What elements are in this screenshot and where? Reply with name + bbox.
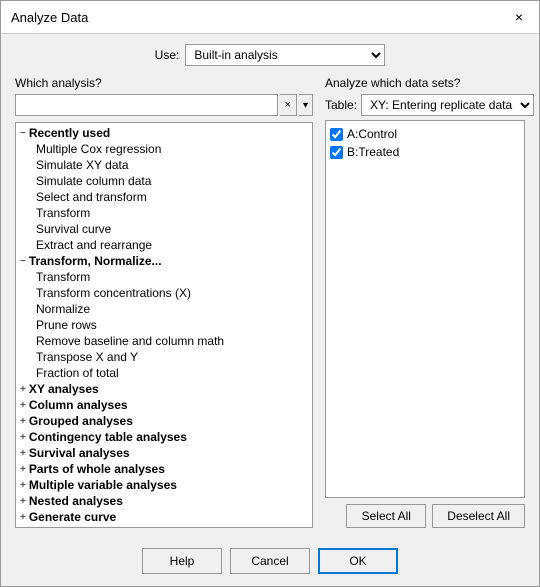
expand-icon-transform-normalize: − xyxy=(20,256,26,267)
search-dropdown-button[interactable]: ▾ xyxy=(299,94,313,116)
search-clear-button[interactable]: × xyxy=(280,94,297,116)
dataset-item: A:Control xyxy=(330,125,520,143)
dataset-checkbox[interactable] xyxy=(330,146,343,159)
group-label-transform-normalize: Transform, Normalize... xyxy=(29,254,162,268)
group-label-multiple-variable-analyses: Multiple variable analyses xyxy=(29,478,177,492)
group-label-xy-analyses: XY analyses xyxy=(29,382,99,396)
dataset-checkbox[interactable] xyxy=(330,128,343,141)
group-header-grouped-analyses[interactable]: +Grouped analyses xyxy=(16,413,312,429)
analysis-item[interactable]: Fraction of total xyxy=(16,365,312,381)
analysis-item[interactable]: Transform xyxy=(16,205,312,221)
analysis-item[interactable]: Transform concentrations (X) xyxy=(16,285,312,301)
group-header-survival-analyses[interactable]: +Survival analyses xyxy=(16,445,312,461)
analyze-data-dialog: Analyze Data × Use: Built-in analysis Wh… xyxy=(0,0,540,587)
expand-icon-nested-analyses: + xyxy=(20,496,26,507)
analysis-item[interactable]: Simulate column data xyxy=(16,173,312,189)
expand-icon-xy-analyses: + xyxy=(20,384,26,395)
help-button[interactable]: Help xyxy=(142,548,222,574)
analysis-item[interactable]: Simulate XY data xyxy=(16,157,312,173)
expand-icon-grouped-analyses: + xyxy=(20,416,26,427)
group-header-multiple-variable-analyses[interactable]: +Multiple variable analyses xyxy=(16,477,312,493)
analysis-list[interactable]: −Recently usedMultiple Cox regressionSim… xyxy=(15,122,313,528)
ok-button[interactable]: OK xyxy=(318,548,398,574)
expand-icon-column-analyses: + xyxy=(20,400,26,411)
group-header-contingency-table-analyses[interactable]: +Contingency table analyses xyxy=(16,429,312,445)
search-input[interactable] xyxy=(15,94,278,116)
analysis-item[interactable]: Prune rows xyxy=(16,317,312,333)
use-select[interactable]: Built-in analysis xyxy=(185,44,385,66)
analysis-item[interactable]: Survival curve xyxy=(16,221,312,237)
use-row: Use: Built-in analysis xyxy=(15,44,525,66)
which-analysis-label: Which analysis? xyxy=(15,76,313,90)
table-label-row: Table: XY: Entering replicate data xyxy=(325,94,525,116)
group-header-nested-analyses[interactable]: +Nested analyses xyxy=(16,493,312,509)
close-button[interactable]: × xyxy=(509,7,529,27)
title-bar: Analyze Data × xyxy=(1,1,539,34)
group-header-parts-of-whole-analyses[interactable]: +Parts of whole analyses xyxy=(16,461,312,477)
group-header-xy-analyses[interactable]: +XY analyses xyxy=(16,381,312,397)
analysis-item[interactable]: Normalize xyxy=(16,301,312,317)
select-all-button[interactable]: Select All xyxy=(346,504,426,528)
analysis-item[interactable]: Transpose X and Y xyxy=(16,349,312,365)
analysis-item[interactable]: Remove baseline and column math xyxy=(16,333,312,349)
use-label: Use: xyxy=(155,48,180,62)
search-row: × ▾ xyxy=(15,94,313,116)
group-label-nested-analyses: Nested analyses xyxy=(29,494,123,508)
group-label-contingency-table-analyses: Contingency table analyses xyxy=(29,430,187,444)
analysis-item[interactable]: Multiple Cox regression xyxy=(16,141,312,157)
dataset-item: B:Treated xyxy=(330,143,520,161)
group-label-survival-analyses: Survival analyses xyxy=(29,446,130,460)
datasets-list: A:Control B:Treated xyxy=(325,120,525,498)
analysis-item[interactable]: Transform xyxy=(16,269,312,285)
group-label-grouped-analyses: Grouped analyses xyxy=(29,414,133,428)
analyze-datasets-label: Analyze which data sets? xyxy=(325,76,525,90)
dataset-label: B:Treated xyxy=(347,145,399,159)
expand-icon-generate-curve: + xyxy=(20,512,26,523)
analysis-item[interactable]: Extract and rearrange xyxy=(16,237,312,253)
expand-icon-recently-used: − xyxy=(20,128,26,139)
dataset-label: A:Control xyxy=(347,127,397,141)
expand-icon-survival-analyses: + xyxy=(20,448,26,459)
dialog-title: Analyze Data xyxy=(11,10,88,25)
table-select[interactable]: XY: Entering replicate data xyxy=(361,94,534,116)
group-header-recently-used[interactable]: −Recently used xyxy=(16,125,312,141)
select-deselect-row: Select All Deselect All xyxy=(325,504,525,528)
dialog-footer: Help Cancel OK xyxy=(1,538,539,586)
right-panel: Analyze which data sets? Table: XY: Ente… xyxy=(325,76,525,528)
group-label-parts-of-whole-analyses: Parts of whole analyses xyxy=(29,462,165,476)
group-label-recently-used: Recently used xyxy=(29,126,110,140)
group-label-column-analyses: Column analyses xyxy=(29,398,128,412)
cancel-button[interactable]: Cancel xyxy=(230,548,310,574)
expand-icon-multiple-variable-analyses: + xyxy=(20,480,26,491)
table-label: Table: xyxy=(325,98,357,112)
main-columns: Which analysis? × ▾ −Recently usedMultip… xyxy=(15,76,525,528)
expand-icon-contingency-table-analyses: + xyxy=(20,432,26,443)
group-header-generate-curve[interactable]: +Generate curve xyxy=(16,509,312,525)
group-header-column-analyses[interactable]: +Column analyses xyxy=(16,397,312,413)
group-header-transform-normalize[interactable]: −Transform, Normalize... xyxy=(16,253,312,269)
group-label-generate-curve: Generate curve xyxy=(29,510,116,524)
expand-icon-parts-of-whole-analyses: + xyxy=(20,464,26,475)
left-panel: Which analysis? × ▾ −Recently usedMultip… xyxy=(15,76,313,528)
analysis-item[interactable]: Select and transform xyxy=(16,189,312,205)
deselect-all-button[interactable]: Deselect All xyxy=(432,504,525,528)
dialog-body: Use: Built-in analysis Which analysis? ×… xyxy=(1,34,539,538)
